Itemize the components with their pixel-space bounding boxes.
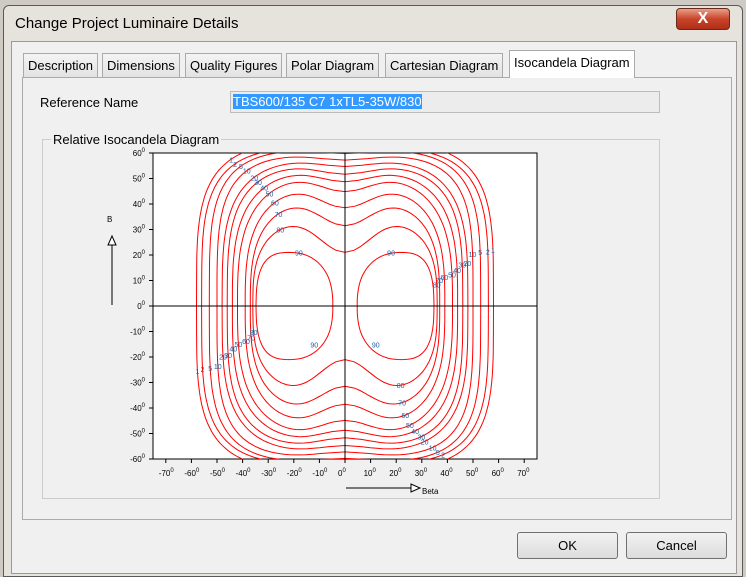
reference-name-value: TBS600/135 C7 1xTL5-35W/830 bbox=[233, 94, 422, 109]
cancel-button[interactable]: Cancel bbox=[626, 532, 727, 559]
close-button[interactable]: X bbox=[676, 8, 730, 30]
ok-button[interactable]: OK bbox=[517, 532, 618, 559]
reference-name-label: Reference Name bbox=[40, 95, 139, 110]
tab-polar-diagram[interactable]: Polar Diagram bbox=[286, 53, 380, 77]
dialog-window: Change Project Luminaire Details X Descr… bbox=[3, 5, 743, 577]
tab-panel: Reference Name TBS600/135 C7 1xTL5-35W/8… bbox=[22, 77, 732, 520]
tab-cartesian-diagram[interactable]: Cartesian Diagram bbox=[385, 53, 504, 77]
tab-dimensions[interactable]: Dimensions bbox=[102, 53, 180, 77]
group-title: Relative Isocandela Diagram bbox=[51, 132, 222, 147]
reference-name-input[interactable]: TBS600/135 C7 1xTL5-35W/830 bbox=[230, 91, 660, 113]
dialog-client: Description Dimensions Quality Figures P… bbox=[11, 41, 737, 574]
dialog-title: Change Project Luminaire Details bbox=[15, 15, 239, 32]
isocandela-group: Relative Isocandela Diagram bbox=[42, 132, 660, 499]
tab-quality-figures[interactable]: Quality Figures bbox=[185, 53, 283, 77]
tab-description[interactable]: Description bbox=[23, 53, 99, 77]
tab-isocandela-diagram[interactable]: Isocandela Diagram bbox=[509, 50, 635, 78]
